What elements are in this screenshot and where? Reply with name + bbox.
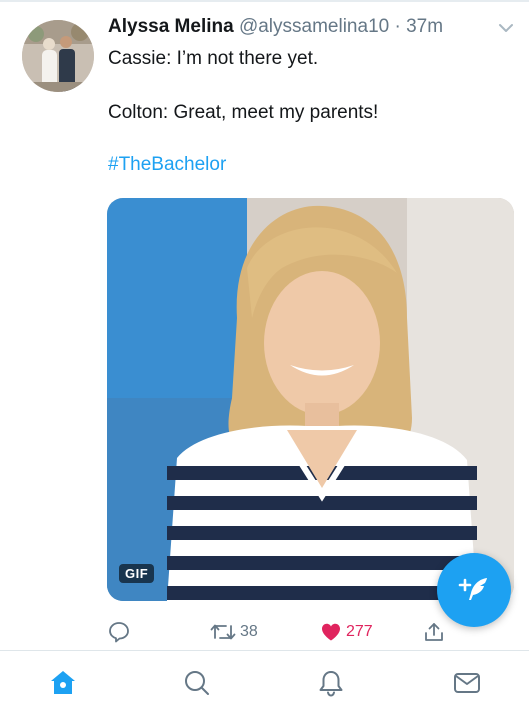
reply-icon: [109, 622, 129, 643]
compose-tweet-icon: [458, 578, 487, 600]
share-button[interactable]: [423, 620, 445, 644]
reply-button[interactable]: [108, 620, 130, 644]
nav-search[interactable]: [182, 667, 212, 699]
nav-home[interactable]: [48, 667, 78, 699]
heart-icon: [322, 623, 340, 641]
hashtag-link[interactable]: #TheBachelor: [108, 154, 226, 176]
author-name[interactable]: Alyssa Melina: [108, 16, 234, 37]
retweet-button[interactable]: 38: [210, 620, 258, 644]
avatar-photo: [22, 20, 94, 92]
gif-image: [107, 198, 514, 601]
top-divider: [0, 0, 529, 2]
tweet-text: Cassie: I’m not there yet. Colton: Great…: [108, 46, 508, 126]
nav-notifications[interactable]: [316, 667, 346, 699]
tweet-media-gif[interactable]: GIF: [107, 198, 514, 601]
retweet-count: 38: [240, 623, 258, 640]
retweet-icon: [210, 624, 236, 640]
tweet-timestamp[interactable]: 37m: [406, 16, 443, 37]
nav-messages[interactable]: [452, 667, 482, 699]
search-icon: [185, 671, 209, 695]
gif-badge: GIF: [119, 564, 155, 583]
tweet-line: Colton: Great, meet my parents!: [108, 102, 379, 123]
chevron-down-icon[interactable]: [498, 22, 514, 34]
home-icon: [51, 671, 75, 694]
header-separator: ·: [394, 16, 401, 37]
notifications-icon: [319, 671, 343, 697]
like-count: 277: [346, 623, 373, 640]
tweet-line: Cassie: I’m not there yet.: [108, 48, 319, 69]
avatar[interactable]: [22, 20, 94, 92]
bottom-navigation: [0, 650, 529, 715]
share-icon: [425, 623, 443, 641]
messages-icon: [454, 673, 480, 693]
compose-tweet-button[interactable]: [437, 553, 511, 627]
like-button[interactable]: 277: [320, 620, 373, 644]
tweet-header: Alyssa Melina @alyssamelina10 · 37m: [108, 16, 518, 42]
author-handle[interactable]: @alyssamelina10: [239, 16, 389, 37]
